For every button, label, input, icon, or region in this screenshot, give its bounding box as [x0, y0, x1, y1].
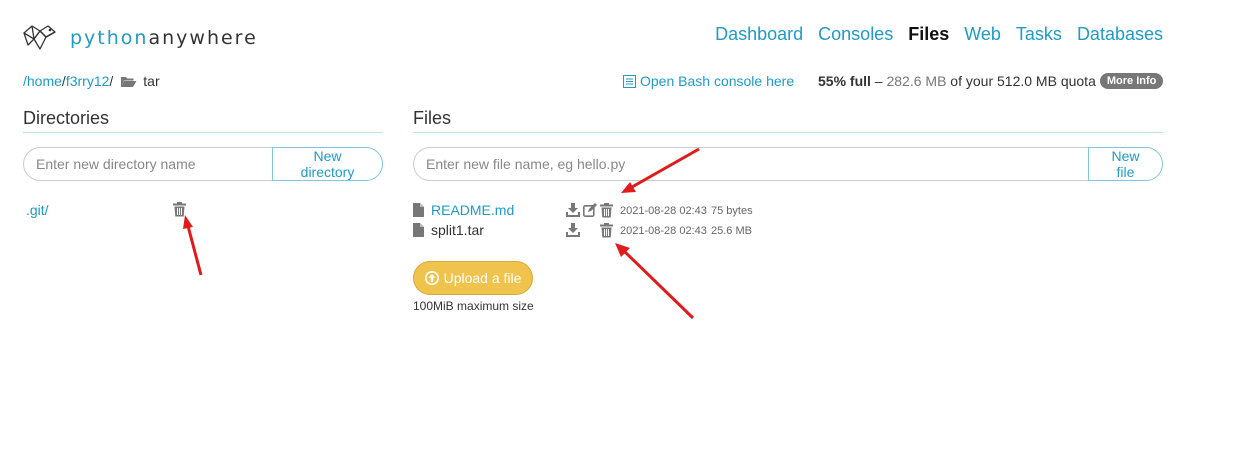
directory-list: .git/ [26, 202, 196, 222]
breadcrumb-user[interactable]: f3rry12 [66, 73, 110, 89]
new-directory-button[interactable]: New directory [272, 147, 383, 181]
file-modified: 2021-08-28 02:43 [620, 205, 707, 217]
file-row: README.md 2021-08-28 02:43 75 bytes [413, 202, 813, 222]
directory-link[interactable]: .git/ [26, 202, 49, 218]
file-icon [413, 223, 424, 240]
files-heading: Files [413, 108, 452, 128]
upload-size-note: 100MiB maximum size [413, 299, 534, 313]
edit-icon[interactable] [582, 202, 597, 218]
quota-dash: – [870, 73, 887, 89]
quota-status: 55% full – 282.6 MB of your 512.0 MB quo… [818, 73, 1164, 89]
new-file-form: New file [413, 147, 1163, 181]
new-file-input[interactable] [413, 147, 1088, 181]
directories-divider [23, 132, 383, 133]
directory-row: .git/ [26, 202, 196, 222]
breadcrumb-home[interactable]: /home [23, 73, 62, 89]
nav-tasks[interactable]: Tasks [1016, 24, 1062, 45]
new-file-button[interactable]: New file [1088, 147, 1163, 181]
quota-percent: 55% full [818, 73, 871, 89]
file-name[interactable]: split1.tar [431, 222, 484, 238]
nav-databases[interactable]: Databases [1077, 24, 1163, 45]
annotation-arrow [183, 215, 203, 276]
upload-label: Upload a file [443, 270, 522, 286]
file-size: 25.6 MB [711, 225, 752, 237]
breadcrumb: /home / f3rry12 / tar [23, 73, 160, 89]
trash-icon[interactable] [599, 222, 614, 238]
logo-prefix: python [70, 27, 149, 49]
console-icon [623, 74, 636, 88]
nav-web[interactable]: Web [964, 24, 1001, 45]
file-list: README.md 2021-08-28 02:43 75 bytes spli… [413, 202, 813, 242]
file-size: 75 bytes [711, 205, 753, 217]
more-info-button[interactable]: More Info [1099, 73, 1164, 89]
file-name-link[interactable]: README.md [431, 202, 514, 218]
download-icon[interactable] [565, 222, 580, 238]
quota-total: of your 512.0 MB quota [946, 73, 1096, 89]
pythonanywhere-logo[interactable]: pythonanywhere [22, 23, 258, 53]
open-bash-console-link[interactable]: Open Bash console here [623, 73, 794, 89]
logo-wordmark: pythonanywhere [70, 27, 258, 49]
breadcrumb-current: tar [143, 73, 160, 89]
file-icon [413, 203, 424, 220]
file-modified: 2021-08-28 02:43 [620, 225, 707, 237]
top-nav: Dashboard Consoles Files Web Tasks Datab… [715, 24, 1163, 45]
nav-dashboard[interactable]: Dashboard [715, 24, 803, 45]
nav-files[interactable]: Files [908, 24, 949, 45]
file-actions [565, 202, 614, 218]
new-directory-form: New directory [23, 147, 383, 181]
upload-file-button[interactable]: Upload a file [413, 261, 533, 295]
logo-suffix: anywhere [148, 27, 258, 49]
annotation-arrow [615, 243, 695, 320]
quota-used: 282.6 MB [886, 73, 947, 89]
trash-icon[interactable] [173, 202, 186, 220]
nav-consoles[interactable]: Consoles [818, 24, 893, 45]
folder-open-icon [120, 75, 137, 88]
edit-slot-empty [582, 222, 597, 238]
files-divider [413, 132, 1163, 133]
file-actions [565, 222, 614, 238]
new-directory-input[interactable] [23, 147, 272, 181]
upload-circle-icon [424, 271, 439, 285]
directories-heading: Directories [23, 108, 110, 128]
snake-logo-icon [23, 25, 56, 50]
file-row: split1.tar 2021-08-28 02:43 25.6 MB [413, 222, 813, 242]
bash-link-label: Open Bash console here [640, 73, 795, 89]
download-icon[interactable] [565, 202, 580, 218]
breadcrumb-separator: / [109, 73, 114, 89]
trash-icon[interactable] [599, 202, 614, 218]
